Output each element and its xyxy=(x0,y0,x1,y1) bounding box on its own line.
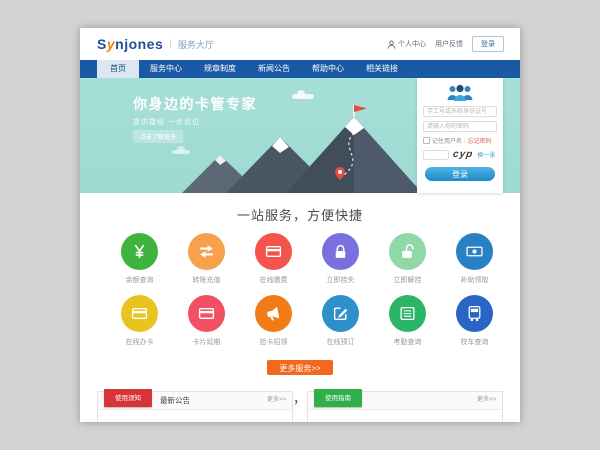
service-circle[interactable] xyxy=(456,295,493,332)
more-link[interactable]: 更多>> xyxy=(267,392,286,409)
nav-item-news[interactable]: 新闻公告 xyxy=(247,60,301,78)
service-label: 拾卡招领 xyxy=(240,337,307,347)
unlock-icon xyxy=(399,243,416,260)
edit-icon xyxy=(332,305,349,322)
service-item-card-extension[interactable]: 卡片延期 xyxy=(173,295,240,347)
service-item-balance[interactable]: 余额查询 xyxy=(106,233,173,285)
card-icon xyxy=(265,243,282,260)
guide-panel-header: 使用指南 更多>> xyxy=(308,392,502,410)
users-icon xyxy=(445,83,475,102)
header-login-button[interactable]: 登录 xyxy=(472,36,504,52)
service-label: 在线缴费 xyxy=(240,275,307,285)
more-link[interactable]: 更多>> xyxy=(477,392,496,409)
service-label: 校车查询 xyxy=(441,337,508,347)
change-captcha-link[interactable]: 换一张 xyxy=(477,150,495,159)
announcement-panels: 使用须知 最新公告 更多>> 使用指南 更多>> xyxy=(97,391,503,422)
service-label: 立即解挂 xyxy=(374,275,441,285)
personal-center-link[interactable]: 个人中心 xyxy=(387,39,426,49)
nav-item-help[interactable]: 帮助中心 xyxy=(301,60,355,78)
login-submit-button[interactable]: 登录 xyxy=(425,167,495,181)
service-item-attendance[interactable]: 考勤查询 xyxy=(374,295,441,347)
logo[interactable]: Synjones | 服务大厅 xyxy=(97,28,214,60)
header: Synjones | 服务大厅 个人中心 用户反馈 登录 xyxy=(80,28,520,60)
service-circle[interactable] xyxy=(322,233,359,270)
logo-divider: | xyxy=(169,39,172,50)
services-title: 一站服务，方便快捷 xyxy=(80,205,520,224)
service-label: 余额查询 xyxy=(106,275,173,285)
service-item-reservation[interactable]: 在线预订 xyxy=(307,295,374,347)
service-circle[interactable] xyxy=(456,233,493,270)
remember-label: 记住用户名 xyxy=(432,136,462,145)
card-icon xyxy=(131,305,148,322)
latest-announcements-tab[interactable]: 最新公告 xyxy=(160,395,190,406)
service-item-apply-card[interactable]: 在线办卡 xyxy=(106,295,173,347)
transfer-icon xyxy=(198,243,215,260)
nav-item-home[interactable]: 首页 xyxy=(97,60,139,78)
lock-icon xyxy=(332,243,349,260)
usage-notice-ribbon[interactable]: 使用须知 xyxy=(104,389,152,407)
user-feedback-label: 用户反馈 xyxy=(435,39,463,49)
service-circle[interactable] xyxy=(188,233,225,270)
service-circle[interactable] xyxy=(121,233,158,270)
main-nav: 首页 服务中心 规章制度 新闻公告 帮助中心 相关链接 xyxy=(80,60,520,78)
service-item-payment[interactable]: 在线缴费 xyxy=(240,233,307,285)
service-item-subsidy[interactable]: 补助领取 xyxy=(441,233,508,285)
captcha-image: cyp xyxy=(452,149,474,160)
service-label: 补助领取 xyxy=(441,275,508,285)
login-panel: 记住用户名 | 忘记密码 cyp 换一张 登录 xyxy=(417,78,503,193)
separator: | xyxy=(464,138,466,144)
service-circle[interactable] xyxy=(255,233,292,270)
service-item-school-bus[interactable]: 校车查询 xyxy=(441,295,508,347)
service-item-unreport-loss[interactable]: 立即解挂 xyxy=(374,233,441,285)
banknote-icon xyxy=(466,243,483,260)
bus-icon xyxy=(466,305,483,322)
remember-checkbox[interactable] xyxy=(423,137,430,144)
nav-item-links[interactable]: 相关链接 xyxy=(355,60,409,78)
service-circle[interactable] xyxy=(389,233,426,270)
site-subtitle: 服务大厅 xyxy=(178,38,214,51)
service-circle[interactable] xyxy=(255,295,292,332)
user-feedback-link[interactable]: 用户反馈 xyxy=(435,39,463,49)
notice-panel-header: 使用须知 最新公告 更多>> xyxy=(98,392,292,410)
cloud-icon xyxy=(292,94,314,99)
services-grid: 余额查询 转账充值 在线缴费 xyxy=(106,233,510,347)
service-item-report-loss[interactable]: 立即挂失 xyxy=(307,233,374,285)
captcha-input[interactable] xyxy=(423,150,449,160)
list-icon xyxy=(399,305,416,322)
password-input[interactable] xyxy=(423,121,497,132)
forgot-password-link[interactable]: 忘记密码 xyxy=(468,136,492,145)
yen-icon xyxy=(131,243,148,260)
service-label: 立即挂失 xyxy=(307,275,374,285)
username-input[interactable] xyxy=(423,106,497,117)
brand-logo: Synjones xyxy=(97,36,163,52)
card-icon xyxy=(198,305,215,322)
service-item-transfer[interactable]: 转账充值 xyxy=(173,233,240,285)
megaphone-icon xyxy=(265,305,282,322)
service-circle[interactable] xyxy=(121,295,158,332)
service-label: 转账充值 xyxy=(173,275,240,285)
service-circle[interactable] xyxy=(389,295,426,332)
nav-item-rules[interactable]: 规章制度 xyxy=(193,60,247,78)
usage-guide-ribbon[interactable]: 使用指南 xyxy=(314,389,362,407)
notice-panel: 使用须知 最新公告 更多>> xyxy=(97,391,293,422)
person-icon xyxy=(387,40,396,49)
personal-center-label: 个人中心 xyxy=(398,39,426,49)
guide-panel: 使用指南 更多>> xyxy=(307,391,503,422)
service-label: 在线预订 xyxy=(307,337,374,347)
nav-item-service-center[interactable]: 服务中心 xyxy=(139,60,193,78)
service-label: 考勤查询 xyxy=(374,337,441,347)
header-links: 个人中心 用户反馈 登录 xyxy=(387,28,504,60)
service-label: 在线办卡 xyxy=(106,337,173,347)
service-circle[interactable] xyxy=(322,295,359,332)
more-services-button[interactable]: 更多服务>> xyxy=(267,360,333,375)
service-label: 卡片延期 xyxy=(173,337,240,347)
page-card: Synjones | 服务大厅 个人中心 用户反馈 登录 首页 服务中心 规章制… xyxy=(80,28,520,422)
service-circle[interactable] xyxy=(188,295,225,332)
service-item-lost-found[interactable]: 拾卡招领 xyxy=(240,295,307,347)
mountain-illustration xyxy=(168,101,430,193)
